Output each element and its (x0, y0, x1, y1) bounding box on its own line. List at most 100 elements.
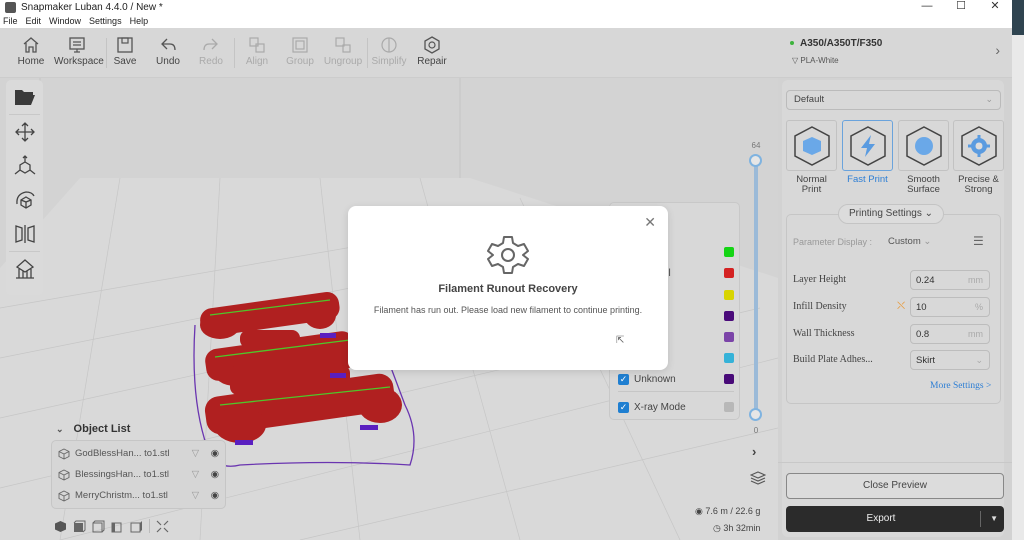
param-value: 10 (916, 302, 927, 313)
preset-fast-print[interactable]: Fast Print (842, 120, 893, 185)
workspace-button[interactable]: Workspace (54, 34, 104, 67)
parameter-display-label: Parameter Display : (793, 237, 873, 247)
eye-icon[interactable]: ◉ (211, 448, 219, 459)
eye-icon[interactable]: ◉ (211, 490, 219, 501)
cube-icon (58, 489, 70, 502)
checkbox-checked-icon[interactable]: ✓ (618, 373, 629, 385)
support-tool-button[interactable] (6, 252, 43, 286)
menu-window[interactable]: Window (49, 16, 81, 26)
parameter-display-dropdown[interactable]: Custom ⌄ (888, 236, 931, 247)
menu-help[interactable]: Help (130, 16, 149, 26)
view-buttons (54, 519, 169, 533)
preset-precise-strong[interactable]: Precise & Strong (953, 120, 1004, 195)
chevron-down-icon: ⌄ (923, 236, 932, 247)
view-front-icon[interactable] (73, 520, 86, 533)
menu-file[interactable]: File (3, 16, 18, 26)
menu-edit[interactable]: Edit (26, 16, 42, 26)
layer-slider-upper-handle[interactable] (749, 154, 762, 167)
group-button[interactable]: Group (278, 34, 322, 67)
object-list-header[interactable]: ⌄ Object List (51, 418, 226, 440)
machine-selector[interactable]: A350/A350T/F350 ▽ PLA-White › (778, 28, 1012, 78)
printing-settings-toggle[interactable]: Printing Settings ⌄ (838, 204, 944, 224)
legend-swatch (724, 311, 734, 321)
menu-icon[interactable]: ☰ (973, 234, 984, 248)
eye-icon[interactable]: ◉ (211, 469, 219, 480)
align-label: Align (245, 56, 269, 67)
scale-tool-button[interactable] (6, 149, 43, 183)
redo-button[interactable]: Redo (189, 34, 233, 67)
export-button[interactable]: Export ▼ (786, 506, 1004, 532)
minimize-button[interactable]: — (910, 0, 944, 14)
shield-icon[interactable]: ▽ (192, 448, 199, 459)
clock-icon: ◷ (713, 523, 721, 533)
scale-icon (14, 155, 35, 175)
param-label: Layer Height (793, 274, 847, 285)
rotate-tool-button[interactable] (6, 183, 43, 217)
chevron-right-icon[interactable]: › (752, 444, 756, 459)
xray-mode-toggle[interactable]: ✓ X-ray Mode (618, 399, 734, 415)
wall-thickness-input[interactable]: 0.8 mm (910, 324, 990, 344)
close-icon[interactable]: ✕ (644, 214, 656, 231)
fit-view-icon[interactable] (156, 520, 169, 533)
dialog-title: Filament Runout Recovery (438, 283, 578, 295)
layer-slider-lower-handle[interactable] (749, 408, 762, 421)
layer-slider-track[interactable] (754, 160, 758, 415)
legend-swatch (724, 402, 734, 412)
layer-height-input[interactable]: 0.24 mm (910, 270, 990, 290)
param-value: Skirt (916, 355, 935, 366)
param-unit: mm (968, 275, 983, 285)
view-iso-icon[interactable] (54, 520, 67, 533)
simplify-button[interactable]: Simplify (367, 34, 411, 67)
save-button[interactable]: Save (103, 34, 147, 67)
more-settings-link[interactable]: More Settings > (930, 381, 991, 391)
link-broken-icon[interactable]: ⛌ (897, 300, 905, 313)
close-preview-button[interactable]: Close Preview (786, 473, 1004, 499)
legend-label: Unknown (634, 373, 676, 385)
list-item[interactable]: GodBlessHan... to1.stl ▽ ◉ (52, 443, 225, 464)
machine-name: A350/A350T/F350 (800, 38, 883, 49)
normal-print-icon (793, 125, 830, 166)
shield-icon[interactable]: ▽ (192, 490, 199, 501)
legend-swatch (724, 332, 734, 342)
preset-dropdown-value: Default (794, 94, 825, 105)
redo-label: Redo (199, 56, 223, 67)
preset-label: Fast Print (847, 174, 888, 185)
home-label: Home (17, 56, 45, 67)
object-name: BlessingsHan... to1.stl (75, 469, 169, 480)
ungroup-button[interactable]: Ungroup (320, 34, 366, 67)
undo-button[interactable]: Undo (146, 34, 190, 67)
repair-button[interactable]: Repair (410, 34, 454, 67)
gear-icon (487, 236, 529, 274)
home-button[interactable]: Home (9, 34, 53, 67)
align-button[interactable]: Align (235, 34, 279, 67)
shield-icon[interactable]: ▽ (192, 469, 199, 480)
export-dropdown-icon[interactable]: ▼ (990, 506, 998, 532)
infill-density-input[interactable]: 10% (910, 297, 990, 317)
workspace-label: Workspace (54, 56, 104, 67)
maximize-button[interactable]: ☐ (944, 0, 978, 14)
menu-settings[interactable]: Settings (89, 16, 122, 26)
layers-icon[interactable] (749, 470, 767, 489)
build-plate-adhesion-select[interactable]: Skirt ⌄ (910, 350, 990, 370)
view-left-icon[interactable] (111, 520, 124, 533)
param-label: Wall Thickness (793, 328, 855, 339)
ungroup-label: Ungroup (323, 56, 363, 67)
preset-normal-print[interactable]: Normal Print (786, 120, 837, 195)
preset-dropdown[interactable]: Default ⌄ (786, 90, 1001, 110)
cube-icon (58, 447, 70, 460)
printing-settings-label: Printing Settings (849, 208, 922, 219)
open-file-button[interactable] (6, 80, 43, 114)
param-build-plate-adhesion: Build Plate Adhes... Skirt ⌄ (793, 350, 998, 370)
close-window-button[interactable]: ✕ (978, 0, 1012, 14)
mirror-tool-button[interactable] (6, 217, 43, 251)
view-top-icon[interactable] (92, 520, 105, 533)
object-list-panel: ⌄ Object List GodBlessHan... to1.stl ▽ ◉ … (51, 418, 226, 509)
preset-smooth-surface[interactable]: Smooth Surface (898, 120, 949, 195)
move-tool-button[interactable] (6, 115, 43, 149)
view-right-icon[interactable] (130, 520, 143, 533)
legend-row-unknown[interactable]: ✓ Unknown (618, 371, 734, 387)
open-file-icon (14, 90, 35, 105)
checkbox-checked-icon[interactable]: ✓ (618, 401, 629, 413)
list-item[interactable]: BlessingsHan... to1.stl ▽ ◉ (52, 464, 225, 485)
list-item[interactable]: MerryChristm... to1.stl ▽ ◉ (52, 485, 225, 506)
